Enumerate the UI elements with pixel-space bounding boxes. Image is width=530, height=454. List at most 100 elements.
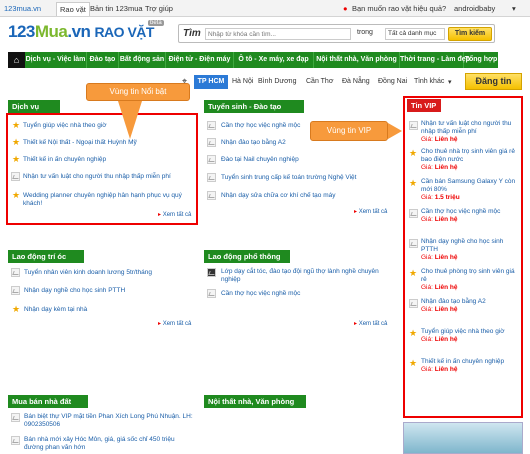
tuyen-sinh-title[interactable]: Tuyển sinh - Đào tạo xyxy=(204,100,304,113)
see-all-link[interactable]: Xem tất cả xyxy=(354,320,388,327)
thumbnail-icon xyxy=(207,268,216,277)
price-label: Giá: xyxy=(421,216,433,223)
search-button[interactable]: Tìm kiếm xyxy=(448,27,492,41)
list-item[interactable]: Đào tại Nail chuyên nghiệp xyxy=(221,156,299,164)
list-item[interactable]: Tuyển nhân viên kinh doanh lương 5tr/thá… xyxy=(24,269,152,277)
vip-item[interactable]: Cho thuê nhà trọ sinh viên giá rẻ bao đi… xyxy=(421,148,519,172)
nav-dien-tu[interactable]: Điện tử - Điện máy xyxy=(166,52,234,68)
vip-item[interactable]: Thiết kế in ấn chuyên nghiệp Giá: Liên hệ xyxy=(421,358,519,374)
search-in-label: trong xyxy=(357,29,373,36)
callout-noi-bat: Vùng tin Nổi bật xyxy=(86,83,190,101)
star-icon: ★ xyxy=(12,137,21,147)
nav-tong-hop[interactable]: Tổng hợp xyxy=(464,52,498,68)
logo-part-a: 123 xyxy=(8,22,35,41)
vip-item[interactable]: Nhận tư vấn luật cho người thu nhập thấp… xyxy=(421,120,519,144)
price-value: Liên hệ xyxy=(434,164,458,171)
lao-dong-tri-oc-title-text: Lao động trí óc xyxy=(12,252,67,261)
thumbnail-icon xyxy=(409,239,418,248)
nav-dich-vu[interactable]: Dịch vụ - Việc làm xyxy=(25,52,87,68)
city-tab-danang[interactable]: Đà Nẵng xyxy=(342,78,370,85)
user-menu[interactable]: androidbaby xyxy=(454,2,495,16)
tab-tro-giup[interactable]: Trợ giúp xyxy=(145,2,173,16)
list-item[interactable]: Nhận đào tạo bằng A2 xyxy=(221,139,286,147)
ad-banner-image[interactable] xyxy=(403,422,523,454)
thumbnail-icon xyxy=(409,121,418,130)
vip-item[interactable]: Cần thợ học việc nghề mộc Giá: Liên hệ xyxy=(421,208,519,224)
noi-that-title-text: Nội thất nhà, Văn phòng xyxy=(208,397,295,406)
city-tab-binhduong[interactable]: Bình Dương xyxy=(258,78,296,85)
site-logo-small[interactable]: 123mua.vn xyxy=(4,2,41,16)
see-all-link[interactable]: Xem tất cả xyxy=(158,211,192,218)
list-item[interactable]: Nhận dạy sửa chữa cơ khí chế tạo máy xyxy=(221,192,336,200)
nav-dao-tao[interactable]: Đào tạo xyxy=(87,52,119,68)
vip-item[interactable]: Nhận dạy nghề cho học sinh PTTH Giá: Liên… xyxy=(421,238,519,262)
city-tab-hanoi[interactable]: Hà Nội xyxy=(232,78,253,85)
list-item[interactable]: Nhận dạy kèm tại nhà xyxy=(24,306,87,314)
vip-item[interactable]: Nhận đào tạo bằng A2 Giá: Liên hệ xyxy=(421,298,519,314)
nav-bat-dong-san[interactable]: Bất động sản xyxy=(119,52,166,68)
category-select[interactable]: Tất cả danh mục xyxy=(385,28,445,40)
beta-badge: beta xyxy=(148,20,164,26)
list-item[interactable]: Bán biệt thự VIP mặt tiền Phan Xích Long… xyxy=(24,413,194,429)
list-item[interactable]: Wedding planner chuyên nghiệp hân hạnh p… xyxy=(23,192,193,208)
tab-ban-tin[interactable]: Bản tin 123mua xyxy=(90,2,143,16)
vip-item[interactable]: Cần bán Samsung Galaxy Y còn mới 80% Giá:… xyxy=(421,178,519,202)
post-ad-button[interactable]: Đăng tin xyxy=(465,73,522,90)
vip-item-title: Tuyển giúp việc nhà theo giờ xyxy=(421,328,505,335)
home-icon[interactable]: ⌂ xyxy=(8,52,25,68)
star-icon: ★ xyxy=(409,178,418,188)
noi-that-title[interactable]: Nội thất nhà, Văn phòng xyxy=(204,395,306,408)
list-item[interactable]: Thiết kế in ấn chuyên nghiệp xyxy=(23,156,106,164)
list-item[interactable]: Bán nhà mới xây Hóc Môn, giá, giá sốc ch… xyxy=(24,436,194,452)
list-item[interactable]: Nhận dạy nghề cho học sinh PTTH xyxy=(24,287,125,295)
callout-arrow xyxy=(118,101,142,139)
city-tab-active[interactable]: TP HCM xyxy=(194,75,228,89)
price-label: Giá: xyxy=(421,336,433,343)
see-all-link[interactable]: Xem tất cả xyxy=(354,208,388,215)
city-tab-dongnai[interactable]: Đồng Nai xyxy=(378,78,407,85)
search-input[interactable] xyxy=(205,28,351,40)
mua-ban-title[interactable]: Mua bán nhà đất xyxy=(8,395,88,408)
list-item[interactable]: Thiết kế Nội thất - Ngoại thất Huỳnh Mỹ xyxy=(23,139,137,147)
city-tab-cantho[interactable]: Cần Thơ xyxy=(306,78,333,85)
tab-rao-vat[interactable]: Rao vặt xyxy=(56,2,90,16)
vip-item-title: Nhận đào tạo bằng A2 xyxy=(421,298,486,305)
vip-item[interactable]: Cho thuê phòng trọ sinh viên giá rẻ Giá: … xyxy=(421,268,519,292)
thumbnail-icon xyxy=(11,286,20,295)
vip-title[interactable]: Tin VIP xyxy=(407,99,441,112)
thumbnail-icon xyxy=(207,121,216,130)
city-tab-tinhkhac[interactable]: Tỉnh khác xyxy=(414,78,444,85)
chevron-down-icon[interactable]: ▾ xyxy=(448,78,452,86)
vip-item-title: Nhận dạy nghề cho học sinh PTTH xyxy=(421,238,504,253)
see-all-link[interactable]: Xem tất cả xyxy=(158,320,192,327)
nav-o-to[interactable]: Ô tô - Xe máy, xe đạp xyxy=(234,52,314,68)
list-item[interactable]: Tuyển sinh trung cấp kế toán trường Nghệ… xyxy=(221,174,356,182)
chevron-down-icon[interactable]: ▾ xyxy=(512,2,516,16)
thumbnail-icon xyxy=(11,436,20,445)
list-item[interactable]: Lớp dạy cắt tóc, đào tạo đội ngũ thợ làn… xyxy=(221,268,386,284)
price-label: Giá: xyxy=(421,254,433,261)
star-icon: ★ xyxy=(409,358,418,368)
mua-ban-title-text: Mua bán nhà đất xyxy=(12,397,72,406)
dich-vu-title[interactable]: Dịch vụ xyxy=(8,100,60,113)
lao-dong-pho-thong-title[interactable]: Lao động phổ thông xyxy=(204,250,290,263)
list-item[interactable]: Cần thợ học việc nghề mộc xyxy=(221,290,300,298)
notify-link[interactable]: Bạn muốn rao vặt hiệu quả? xyxy=(352,2,446,16)
list-item[interactable]: Nhận tư vấn luật cho người thu nhập thấp… xyxy=(23,173,171,181)
bell-icon[interactable]: ● xyxy=(343,2,348,16)
vip-title-text: Tin VIP xyxy=(411,101,437,110)
nav-noi-that[interactable]: Nội thất nhà, Văn phòng xyxy=(314,52,400,68)
price-value: Liên hệ xyxy=(434,336,458,343)
price-label: Giá: xyxy=(421,194,433,201)
price-value: 1.5 triệu xyxy=(434,194,460,201)
nav-thoi-trang[interactable]: Thời trang - Làm đẹp xyxy=(400,52,470,68)
lao-dong-tri-oc-title[interactable]: Lao động trí óc xyxy=(8,250,84,263)
list-item[interactable]: Tuyển giúp việc nhà theo giờ xyxy=(23,122,107,130)
list-item[interactable]: Cần thợ học việc nghề mộc xyxy=(221,122,300,130)
star-icon: ★ xyxy=(12,304,21,314)
vip-item-title: Thiết kế in ấn chuyên nghiệp xyxy=(421,358,505,365)
main-logo[interactable]: 123Mua.vn RAO VẶT xyxy=(8,22,154,42)
vip-item[interactable]: Tuyển giúp việc nhà theo giờ Giá: Liên hệ xyxy=(421,328,519,344)
price-value: Liên hệ xyxy=(434,284,458,291)
tuyen-sinh-title-text: Tuyển sinh - Đào tạo xyxy=(208,102,282,111)
